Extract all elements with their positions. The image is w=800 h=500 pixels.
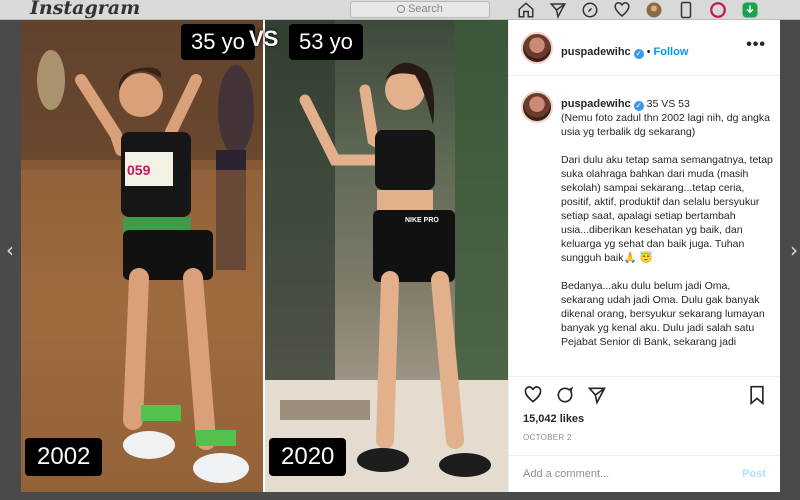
post-header-user: puspadewihc ✓ • Follow — [561, 42, 688, 60]
post-side-panel: puspadewihc ✓ • Follow ••• puspadewihc ✓ 35 … — [508, 20, 780, 492]
photo-2020: NIKE PRO — [265, 20, 508, 492]
age-label-left: 35 yo — [181, 24, 255, 60]
post-date: OCTOBER 2 — [523, 433, 572, 442]
action-icons — [523, 385, 607, 410]
dancer-2002-illustration: 059 — [21, 20, 263, 492]
download-icon[interactable] — [741, 1, 759, 19]
caption-title: 35 VS 53 — [646, 98, 690, 110]
caption-username[interactable]: puspadewihc — [561, 98, 631, 110]
next-arrow-icon[interactable]: › — [790, 238, 798, 262]
direct-message-icon[interactable] — [549, 1, 567, 19]
phone-icon[interactable] — [677, 1, 695, 19]
year-label-left: 2002 — [25, 438, 103, 476]
extension-icon[interactable] — [709, 1, 727, 19]
caption-paragraph-3: Bedanya...aku dulu belum jadi Oma, sekar… — [561, 280, 765, 348]
post-header: puspadewihc ✓ • Follow ••• — [509, 20, 780, 76]
search-input[interactable]: Search — [350, 1, 490, 18]
save-bookmark-icon[interactable] — [748, 385, 766, 410]
search-placeholder: Search — [408, 3, 443, 15]
verified-badge-icon: ✓ — [633, 49, 644, 59]
post-caption: puspadewihc ✓ 35 VS 53 (Nemu foto zadul th… — [561, 97, 773, 363]
post-modal: 059 NIKE PRO 35 yo VS 53 yo 2002 2020 pu… — [21, 20, 780, 492]
comment-bar: Add a comment... Post — [509, 455, 780, 493]
likes-count[interactable]: 15,042 likes — [523, 413, 584, 425]
instagram-logo[interactable]: Instagram — [30, 0, 140, 19]
comment-input[interactable]: Add a comment... — [523, 468, 609, 480]
explore-icon[interactable] — [581, 1, 599, 19]
caption-paragraph-2: Dari dulu aku tetap sama semangatnya, te… — [561, 154, 773, 264]
post-actions: 15,042 likes OCTOBER 2 Add a comment... … — [509, 376, 780, 492]
photo-2002: 059 — [21, 20, 263, 492]
search-icon — [397, 5, 406, 13]
post-comment-button[interactable]: Post — [742, 468, 766, 480]
caption-avatar[interactable] — [521, 91, 553, 123]
like-heart-icon[interactable] — [523, 385, 543, 410]
more-options-icon[interactable]: ••• — [746, 36, 766, 54]
comment-icon[interactable] — [555, 385, 575, 410]
share-icon[interactable] — [587, 385, 607, 410]
dancer-2020-illustration: NIKE PRO — [265, 20, 508, 492]
home-icon[interactable] — [517, 1, 535, 19]
verified-badge-icon: ✓ — [633, 101, 644, 111]
follow-button[interactable]: Follow — [654, 46, 689, 58]
activity-heart-icon[interactable] — [613, 1, 631, 19]
previous-arrow-icon[interactable]: ‹ — [6, 238, 14, 262]
top-nav-icons — [517, 1, 759, 19]
bib-number: 059 — [127, 162, 151, 178]
username[interactable]: puspadewihc — [561, 46, 631, 58]
avatar[interactable] — [521, 32, 553, 64]
comments-area[interactable]: puspadewihc ✓ 35 VS 53 (Nemu foto zadul th… — [509, 77, 780, 376]
profile-avatar-icon[interactable] — [645, 1, 663, 19]
instagram-top-bar: Instagram Search — [0, 0, 800, 20]
caption-paragraph-1: (Nemu foto zadul thn 2002 lagi nih, dg a… — [561, 112, 770, 138]
shorts-brand: NIKE PRO — [405, 217, 439, 224]
year-label-right: 2020 — [269, 438, 347, 476]
separator-dot: • — [646, 46, 651, 58]
vs-label: VS — [249, 26, 279, 51]
post-photo[interactable]: 059 NIKE PRO 35 yo VS 53 yo 2002 2020 — [21, 20, 508, 492]
age-label-right: 53 yo — [289, 24, 363, 60]
